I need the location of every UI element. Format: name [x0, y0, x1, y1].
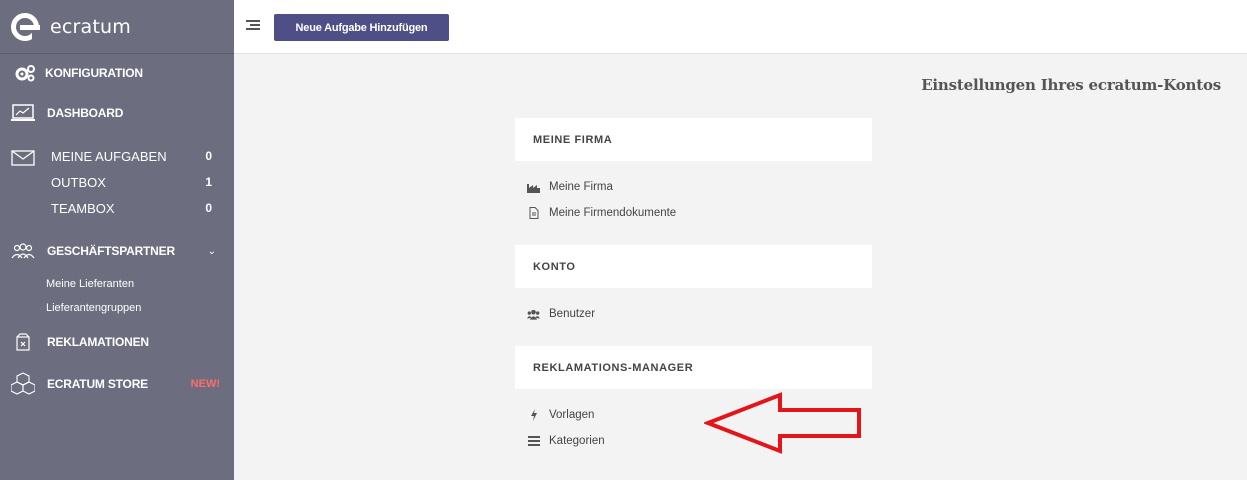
red-arrow-annotation	[704, 392, 861, 454]
sidebar-item-meine-aufgaben[interactable]: MEINE AUFGABEN 0	[0, 147, 234, 165]
sidebar-item-label: ECRATUM STORE	[47, 377, 148, 391]
sidebar-item-outbox[interactable]: OUTBOX 1	[0, 173, 234, 191]
complaint-box-icon	[11, 332, 35, 352]
sidebar-item-label: REKLAMATIONEN	[47, 335, 149, 349]
bolt-icon	[527, 409, 540, 421]
settings-link-meine-firma[interactable]: Meine Firma	[527, 181, 613, 193]
link-label: Meine Firmendokumente	[549, 207, 677, 219]
menu-toggle-icon[interactable]	[246, 20, 260, 32]
new-task-button[interactable]: Neue Aufgabe Hinzufügen	[274, 14, 449, 41]
dashboard-icon	[11, 103, 35, 123]
link-label: Vorlagen	[549, 409, 595, 421]
sidebar-item-konfiguration[interactable]: KONFIGURATION	[0, 62, 234, 84]
settings-link-meine-firmendokumente[interactable]: Meine Firmendokumente	[527, 207, 676, 219]
sidebar-item-dashboard[interactable]: DASHBOARD	[0, 102, 234, 124]
sidebar-item-teambox[interactable]: TEAMBOX 0	[0, 199, 234, 217]
brand-name: ecratum	[50, 15, 131, 38]
sidebar-item-label: OUTBOX	[51, 174, 106, 190]
ecratum-logo-icon	[11, 12, 40, 41]
sidebar-item-label: TEAMBOX	[51, 200, 115, 216]
section-heading-meine-firma: MEINE FIRMA	[515, 118, 872, 161]
sidebar-item-label: GESCHÄFTSPARTNER	[47, 244, 175, 258]
list-icon	[527, 435, 540, 447]
document-icon	[527, 207, 540, 219]
link-label: Meine Firma	[549, 181, 613, 193]
logo[interactable]: ecratum	[0, 0, 234, 54]
sidebar: ecratum KONFIGURATION DASHBOARD MEINE AU…	[0, 0, 234, 480]
count-badge: 0	[205, 201, 212, 215]
sidebar-item-label: MEINE AUFGABEN	[51, 148, 167, 164]
factory-icon	[527, 181, 540, 193]
gears-icon	[13, 63, 37, 83]
partners-icon	[11, 241, 35, 261]
store-icon	[11, 372, 35, 395]
users-icon	[527, 308, 540, 320]
count-badge: 1	[205, 175, 212, 189]
page-title: Einstellungen Ihres ecratum-Kontos	[921, 76, 1221, 94]
settings-link-benutzer[interactable]: Benutzer	[527, 308, 595, 320]
count-badge: 0	[205, 149, 212, 163]
sidebar-item-geschaeftspartner[interactable]: GESCHÄFTSPARTNER ⌄	[0, 240, 234, 262]
link-label: Kategorien	[549, 435, 605, 447]
new-badge: NEW!	[190, 378, 220, 390]
chevron-down-icon: ⌄	[207, 245, 216, 257]
top-bar: Neue Aufgabe Hinzufügen	[234, 0, 1247, 54]
section-heading-reklamations-manager: REKLAMATIONS-MANAGER	[515, 346, 872, 389]
settings-link-kategorien[interactable]: Kategorien	[527, 435, 605, 447]
sidebar-item-label: KONFIGURATION	[45, 66, 143, 80]
sidebar-link-lieferantengruppen[interactable]: Lieferantengruppen	[46, 302, 141, 314]
sidebar-item-reklamationen[interactable]: REKLAMATIONEN	[0, 331, 234, 353]
sidebar-item-label: DASHBOARD	[47, 106, 124, 120]
sidebar-link-meine-lieferanten[interactable]: Meine Lieferanten	[46, 278, 134, 290]
section-heading-konto: KONTO	[515, 245, 872, 288]
settings-link-vorlagen[interactable]: Vorlagen	[527, 409, 594, 421]
sidebar-item-ecratum-store[interactable]: ECRATUM STORE NEW!	[0, 372, 234, 396]
link-label: Benutzer	[549, 308, 596, 320]
